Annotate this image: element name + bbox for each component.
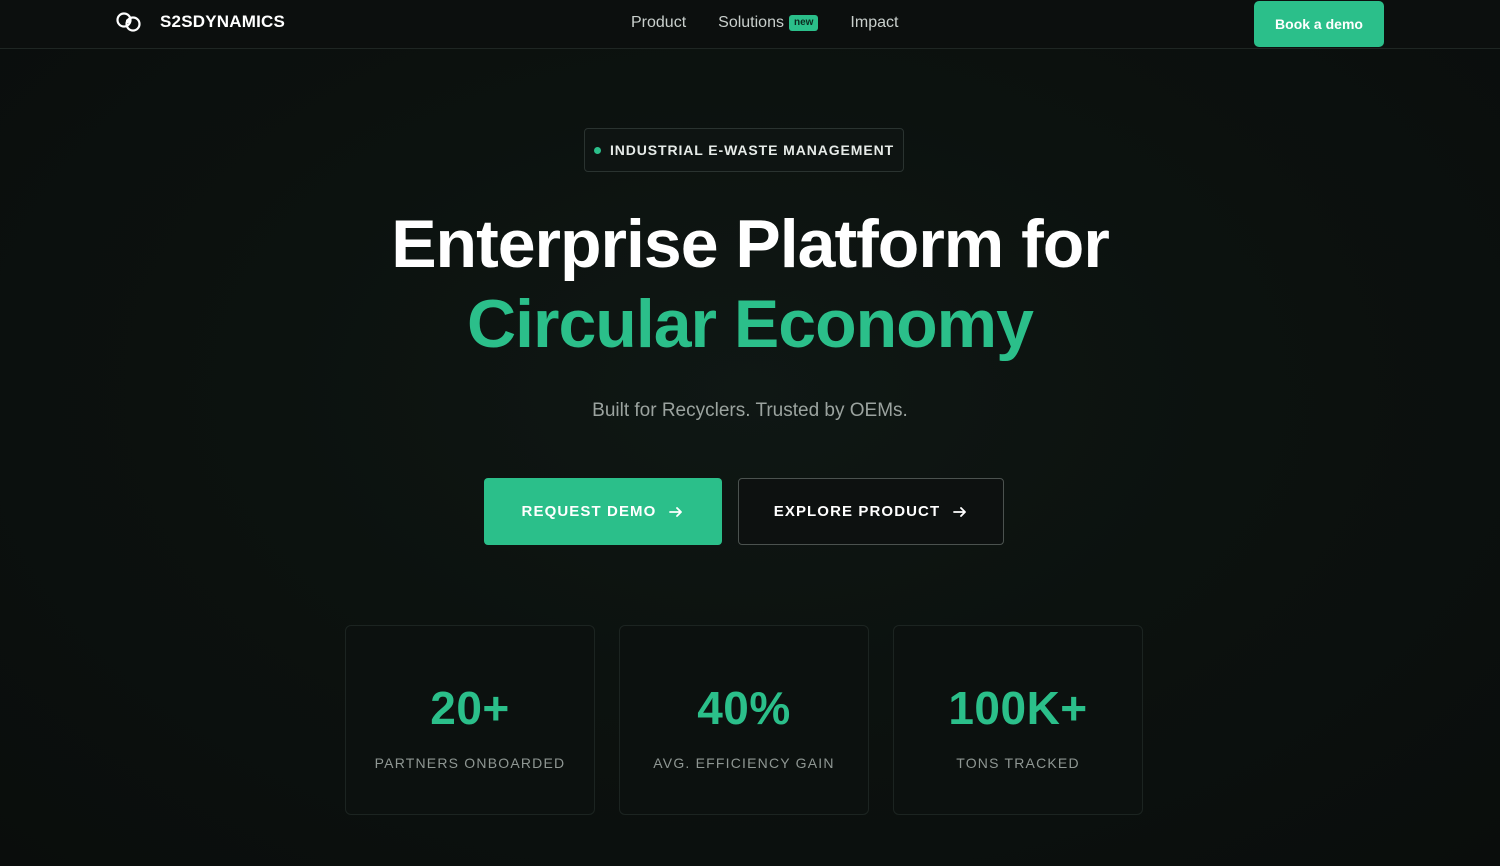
new-badge: new: [788, 15, 819, 31]
category-tag: INDUSTRIAL E-WASTE MANAGEMENT: [584, 128, 904, 172]
nav-link-impact[interactable]: Impact: [850, 14, 898, 32]
top-navigation: S2SDYNAMICS Product Solutions new Impact…: [0, 0, 1500, 49]
explore-product-label: EXPLORE PRODUCT: [773, 503, 941, 520]
request-demo-label: REQUEST DEMO: [521, 503, 657, 520]
arrow-right-icon: [953, 506, 967, 517]
stat-card-partners: 20+ PARTNERS ONBOARDED: [345, 625, 595, 815]
nav-link-label: Solutions: [718, 14, 784, 31]
landing-page: S2SDYNAMICS Product Solutions new Impact…: [0, 0, 1500, 866]
stat-value: 20+: [430, 682, 510, 734]
hero-title-line1: Enterprise Platform for: [391, 206, 1110, 282]
hero-subtitle: Built for Recyclers. Trusted by OEMs.: [592, 400, 908, 421]
stat-value: 100K+: [948, 682, 1088, 734]
brand-logo[interactable]: S2SDYNAMICS: [115, 11, 285, 33]
stat-value: 40%: [697, 682, 791, 734]
brand-name: S2SDYNAMICS: [160, 12, 286, 31]
hero-title-line2: Circular Economy: [467, 286, 1034, 362]
stat-label: AVG. EFFICIENCY GAIN: [653, 755, 835, 771]
link-rings-logo-icon: [116, 12, 141, 32]
nav-link-label: Impact: [850, 14, 899, 31]
status-dot-icon: [593, 146, 601, 154]
stat-card-tons: 100K+ TONS TRACKED: [893, 625, 1143, 815]
book-demo-button[interactable]: Book a demo: [1254, 1, 1384, 47]
stat-label: PARTNERS ONBOARDED: [374, 755, 566, 771]
request-demo-button[interactable]: REQUEST DEMO: [484, 478, 722, 545]
explore-product-button[interactable]: EXPLORE PRODUCT: [738, 478, 1004, 545]
nav-link-label: Product: [631, 14, 687, 31]
nav-link-product[interactable]: Product: [631, 14, 686, 32]
category-tag-text: INDUSTRIAL E-WASTE MANAGEMENT: [609, 142, 895, 158]
nav-link-solutions[interactable]: Solutions new: [718, 14, 819, 32]
stat-card-efficiency: 40% AVG. EFFICIENCY GAIN: [619, 625, 869, 815]
arrow-right-icon: [669, 506, 683, 517]
stat-label: TONS TRACKED: [956, 755, 1080, 771]
nav-links: Product Solutions new Impact: [631, 14, 898, 32]
